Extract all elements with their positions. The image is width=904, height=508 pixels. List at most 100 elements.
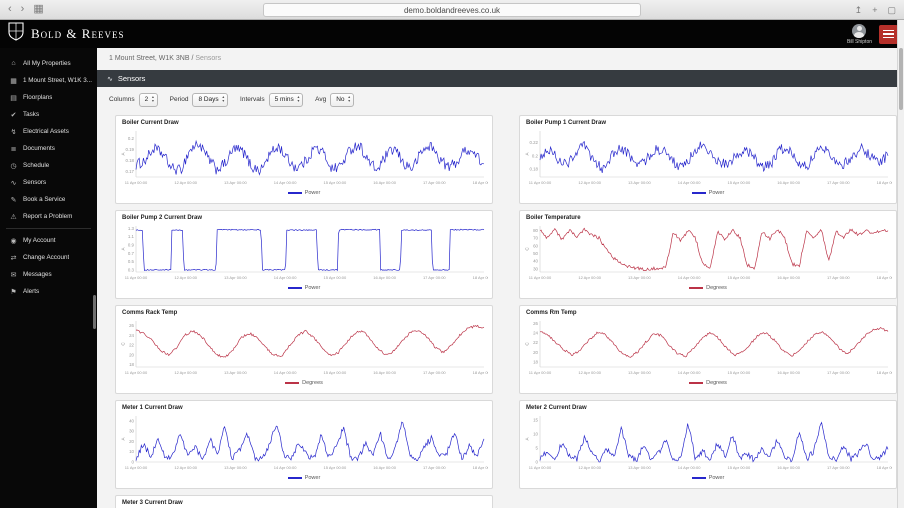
- legend-swatch: [691, 192, 706, 194]
- svg-text:17 Apr 00:00: 17 Apr 00:00: [827, 180, 850, 185]
- chart-plot-boiler-temperature[interactable]: 80 70 60 50 40 30 11 Apr 00:00 12 Apr 00:00 13 A…: [524, 223, 892, 286]
- control-label: Period: [169, 96, 189, 103]
- chart-plot-comms-rack-temp[interactable]: 26 24 22 20 18 11 Apr 00:00 12 Apr 00:00 13 Apr…: [120, 318, 488, 381]
- svg-text:30: 30: [129, 429, 134, 434]
- svg-text:14 Apr 00:00: 14 Apr 00:00: [274, 180, 297, 185]
- sidebar-item-electrical-assets[interactable]: ↯ Electrical Assets: [0, 123, 97, 140]
- chart-panel-boiler-pump-1-current-draw: Boiler Pump 1 Current Draw 0.22 0.2 0.18 11 …: [519, 115, 897, 204]
- chart-panel-boiler-temperature: Boiler Temperature 80 70 60 50 40 30 11 Apr 00:…: [519, 210, 897, 299]
- svg-text:11 Apr 00:00: 11 Apr 00:00: [125, 275, 148, 280]
- brand-shield-icon: [8, 22, 24, 46]
- schedule-icon: ◷: [10, 162, 17, 170]
- svg-text:22: 22: [533, 340, 538, 345]
- chart-plot-meter-1-current-draw[interactable]: 40 30 20 10 011 Apr 00:00 12 Apr 00:00 13 Apr …: [120, 413, 488, 476]
- sidebar-item-schedule[interactable]: ◷ Schedule: [0, 157, 97, 174]
- sidebar-item-label: All My Properties: [23, 60, 71, 67]
- chart-plot-boiler-current-draw[interactable]: 0.2 0.19 0.18 0.17 11 Apr 00:00 12 Apr 00:00 1…: [120, 128, 488, 191]
- svg-text:0: 0: [536, 459, 539, 464]
- svg-text:14 Apr 00:00: 14 Apr 00:00: [678, 465, 701, 470]
- chart-legend: Degrees: [524, 285, 892, 291]
- brand[interactable]: Bold & Reeves: [8, 22, 124, 46]
- control-avg-select[interactable]: No ▲ ▼: [330, 92, 354, 107]
- menu-button[interactable]: [879, 24, 898, 44]
- sidebar-item-my-account[interactable]: ◉ My Account: [0, 232, 97, 249]
- sidebar-item-1-mount-street-w1k-3[interactable]: ▦ 1 Mount Street, W1K 3...: [0, 72, 97, 89]
- switch-icon: ⇄: [10, 254, 17, 262]
- sidebar-scrollbar-thumb[interactable]: [93, 295, 96, 329]
- sidebar-item-book-a-service[interactable]: ✎ Book a Service: [0, 191, 97, 208]
- sidebar-item-change-account[interactable]: ⇄ Change Account: [0, 249, 97, 266]
- sidebar-toggle-icon[interactable]: ▦: [33, 4, 43, 15]
- svg-text:16 Apr 00:00: 16 Apr 00:00: [777, 370, 800, 375]
- chart-plot-boiler-pump-1-current-draw[interactable]: 0.22 0.2 0.18 11 Apr 00:00 12 Apr 00:00 13 Ap…: [524, 128, 892, 191]
- chart-panel-meter-3-current-draw: Meter 3 Current Draw40302010011 Apr 00:0…: [115, 495, 493, 508]
- control-period-select[interactable]: 8 Days ▲ ▼: [192, 92, 229, 107]
- chart-panel-meter-1-current-draw: Meter 1 Current Draw 40 30 20 10 0 11 Apr 00:0…: [115, 400, 493, 489]
- chart-legend: Power: [120, 190, 488, 196]
- control-group-period: Period 8 Days ▲ ▼: [169, 92, 229, 107]
- svg-text:16 Apr 00:00: 16 Apr 00:00: [373, 180, 396, 185]
- sidebar-item-label: 1 Mount Street, W1K 3...: [23, 77, 92, 84]
- sidebar-item-tasks[interactable]: ✔ Tasks: [0, 106, 97, 123]
- legend-label: Degrees: [302, 380, 323, 386]
- svg-text:1.1: 1.1: [128, 234, 135, 239]
- select-stepper-icon: ▲ ▼: [296, 95, 301, 103]
- sidebar-item-all-my-properties[interactable]: ⌂ All My Properties: [0, 55, 97, 72]
- svg-text:13 Apr 00:00: 13 Apr 00:00: [224, 465, 247, 470]
- sidebar-item-report-a-problem[interactable]: ⚠ Report a Problem: [0, 208, 97, 225]
- sidebar-item-documents[interactable]: ≣ Documents: [0, 140, 97, 157]
- building-icon: ▦: [10, 77, 17, 85]
- control-group-intervals: Intervals 5 mins ▲ ▼: [240, 92, 304, 107]
- back-icon[interactable]: ‹: [8, 4, 12, 15]
- svg-text:14 Apr 00:00: 14 Apr 00:00: [274, 465, 297, 470]
- svg-text:11 Apr 00:00: 11 Apr 00:00: [529, 370, 552, 375]
- svg-text:17 Apr 00:00: 17 Apr 00:00: [827, 275, 850, 280]
- address-bar[interactable]: demo.boldandreeves.co.uk: [263, 3, 641, 17]
- control-intervals-select[interactable]: 5 mins ▲ ▼: [268, 92, 304, 107]
- forward-icon[interactable]: ›: [21, 4, 25, 15]
- chart-plot-comms-rm-temp[interactable]: 26 24 22 20 18 11 Apr 00:00 12 Apr 00:00 13 Apr…: [524, 318, 893, 381]
- control-columns-select[interactable]: 2 ▲ ▼: [138, 92, 158, 107]
- svg-text:0.22: 0.22: [529, 140, 538, 145]
- mail-icon: ✉: [10, 271, 17, 279]
- control-label: Intervals: [240, 96, 265, 103]
- selected-value: 2: [144, 96, 149, 103]
- sidebar-item-label: Electrical Assets: [23, 128, 69, 135]
- svg-text:15 Apr 00:00: 15 Apr 00:00: [728, 370, 751, 375]
- svg-text:0: 0: [132, 459, 135, 464]
- page-scrollbar[interactable]: [897, 20, 904, 508]
- chart-plot-boiler-pump-2-current-draw[interactable]: 1.3 1.1 0.9 0.7 0.5 0.3 11 Apr 00:00 12 Apr 00:…: [120, 223, 489, 286]
- svg-text:13 Apr 00:00: 13 Apr 00:00: [224, 180, 247, 185]
- sidebar-item-alerts[interactable]: ⚑ Alerts: [0, 283, 97, 300]
- sidebar-item-sensors[interactable]: ∿ Sensors: [0, 174, 97, 191]
- sidebar-item-label: Floorplans: [23, 94, 53, 101]
- svg-text:A: A: [121, 152, 126, 156]
- breadcrumb-path[interactable]: 1 Mount Street, W1K 3NB /: [109, 55, 193, 62]
- sidebar-item-label: Change Account: [23, 254, 70, 261]
- user-block[interactable]: Bill Shipton: [847, 23, 872, 45]
- svg-text:16 Apr 00:00: 16 Apr 00:00: [373, 465, 396, 470]
- tab-overview-icon[interactable]: ▢: [887, 5, 896, 16]
- legend-swatch: [287, 192, 302, 194]
- page-scrollbar-thumb[interactable]: [899, 48, 903, 110]
- chart-plot-meter-2-current-draw[interactable]: 15 10 5 011 Apr 00:00 12 Apr 00:00 13 Apr 00:…: [524, 413, 892, 476]
- svg-text:16 Apr 00:00: 16 Apr 00:00: [777, 180, 800, 185]
- svg-text:18 Apr 00:00: 18 Apr 00:00: [473, 370, 488, 375]
- sidebar-item-floorplans[interactable]: ▤ Floorplans: [0, 89, 97, 106]
- address-url: demo.boldandreeves.co.uk: [403, 5, 501, 15]
- new-tab-icon[interactable]: +: [872, 5, 877, 15]
- share-icon[interactable]: ↥: [855, 5, 863, 16]
- breadcrumb: 1 Mount Street, W1K 3NB / Sensors: [97, 48, 904, 70]
- legend-label: Power: [708, 475, 725, 481]
- legend-swatch: [285, 382, 300, 384]
- svg-text:15 Apr 00:00: 15 Apr 00:00: [728, 275, 751, 280]
- sidebar-item-messages[interactable]: ✉ Messages: [0, 266, 97, 283]
- svg-text:13 Apr 00:00: 13 Apr 00:00: [628, 465, 651, 470]
- bolt-icon: ↯: [10, 128, 17, 136]
- select-stepper-icon: ▲ ▼: [221, 95, 226, 103]
- svg-text:17 Apr 00:00: 17 Apr 00:00: [827, 465, 850, 470]
- legend-swatch: [689, 382, 704, 384]
- svg-text:24: 24: [129, 333, 134, 338]
- flag-icon: ⚑: [10, 288, 17, 296]
- svg-text:18 Apr 00:00: 18 Apr 00:00: [473, 465, 488, 470]
